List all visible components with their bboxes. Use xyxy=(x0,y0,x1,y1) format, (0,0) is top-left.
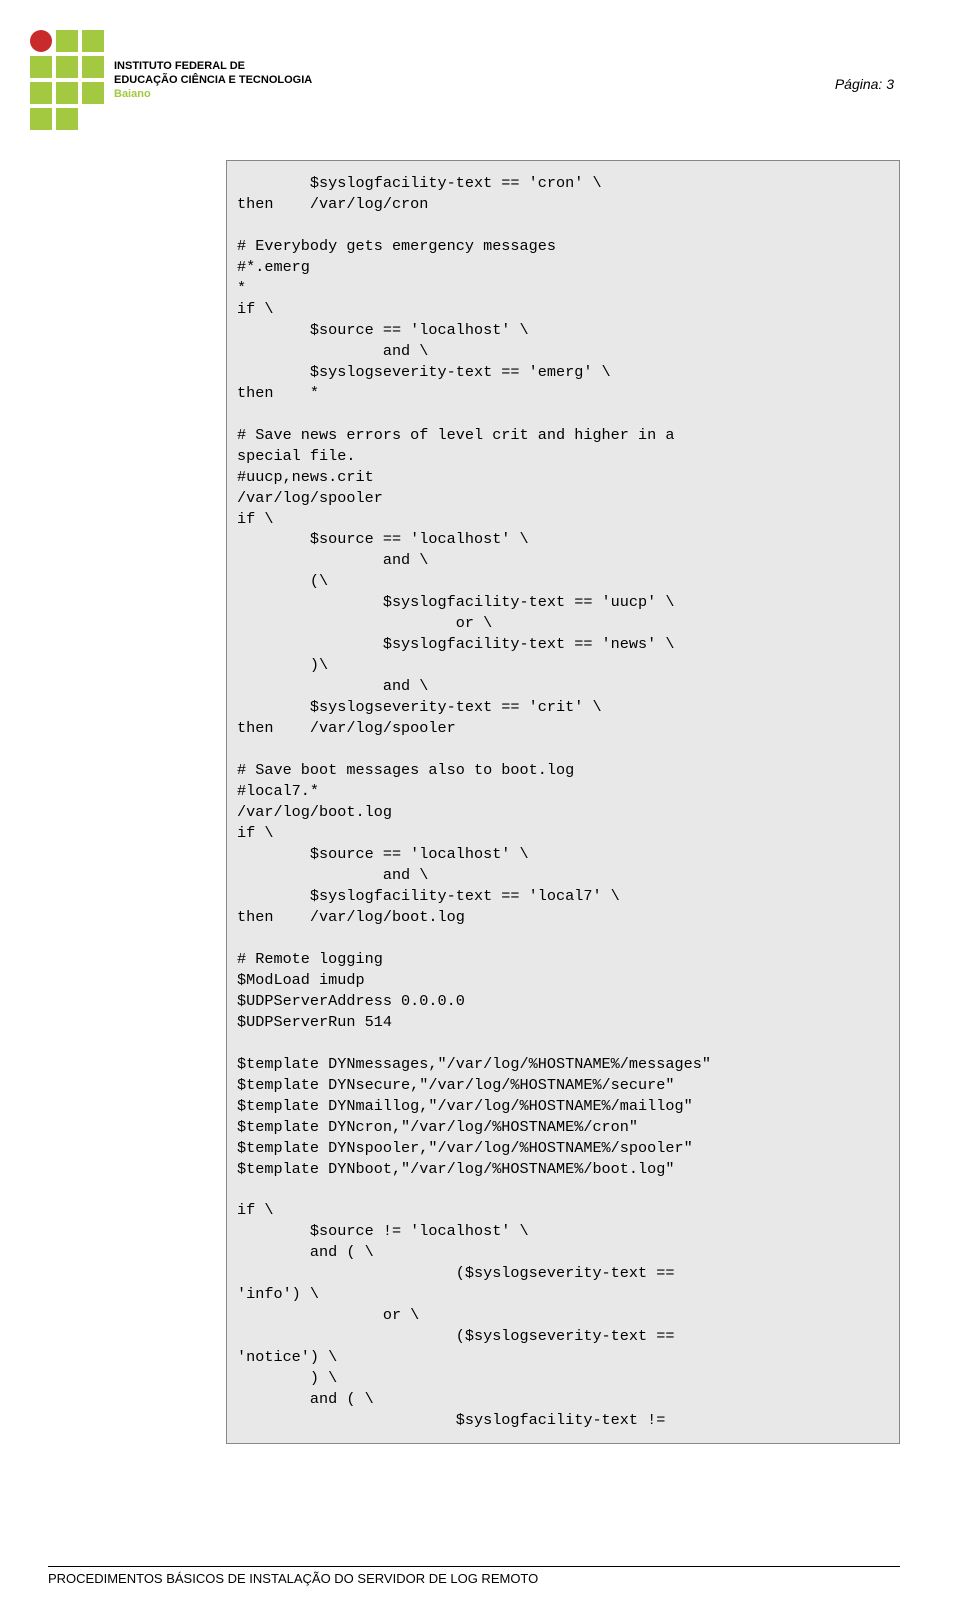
page-header: INSTITUTO FEDERAL DE EDUCAÇÃO CIÊNCIA E … xyxy=(0,0,960,150)
page-footer: PROCEDIMENTOS BÁSICOS DE INSTALAÇÃO DO S… xyxy=(48,1566,900,1586)
logo-square xyxy=(56,30,78,52)
logo-square xyxy=(30,82,52,104)
logo-square xyxy=(56,82,78,104)
logo-square xyxy=(82,56,104,78)
logo-block: INSTITUTO FEDERAL DE EDUCAÇÃO CIÊNCIA E … xyxy=(30,30,920,130)
logo-square xyxy=(30,108,52,130)
logo-square xyxy=(82,82,104,104)
page-number: Página: 3 xyxy=(835,76,894,92)
code-block: $syslogfacility-text == 'cron' \ then /v… xyxy=(226,160,900,1444)
logo-square xyxy=(56,108,78,130)
logo-square xyxy=(82,30,104,52)
logo-square xyxy=(56,56,78,78)
institute-line1: INSTITUTO FEDERAL DE xyxy=(114,59,312,73)
footer-text: PROCEDIMENTOS BÁSICOS DE INSTALAÇÃO DO S… xyxy=(48,1571,538,1586)
logo-dot-red xyxy=(30,30,52,52)
logo-square xyxy=(30,56,52,78)
logo-grid-icon xyxy=(30,30,104,130)
institute-line2: EDUCAÇÃO CIÊNCIA E TECNOLOGIA xyxy=(114,73,312,87)
logo-text: INSTITUTO FEDERAL DE EDUCAÇÃO CIÊNCIA E … xyxy=(114,59,312,102)
logo-square-empty xyxy=(82,108,104,130)
institute-line3: Baiano xyxy=(114,87,312,101)
